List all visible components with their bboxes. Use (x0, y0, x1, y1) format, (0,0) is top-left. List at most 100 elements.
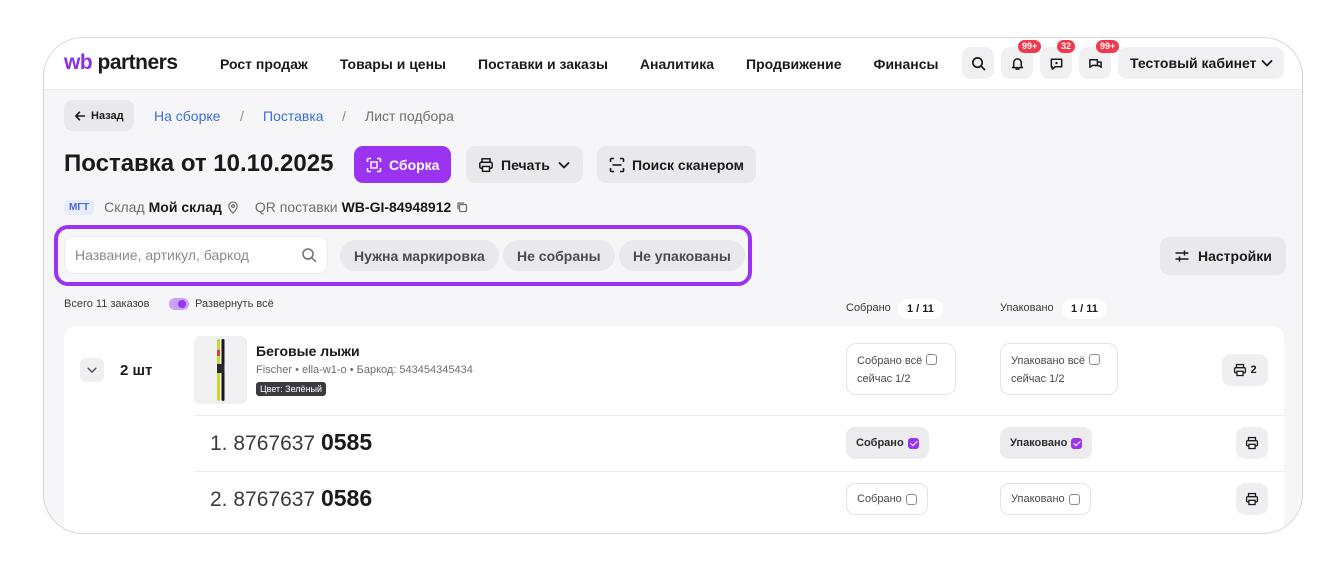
printer-icon (1234, 363, 1247, 377)
row-divider (194, 415, 1284, 416)
filter-not-collected[interactable]: Не собраны (503, 240, 615, 271)
product-name[interactable]: Беговые лыжи (256, 343, 360, 359)
chats-badge: 99+ (1096, 40, 1120, 53)
notifications-badge: 99+ (1018, 40, 1042, 53)
scan-frame-icon (366, 157, 382, 172)
ski-icon (217, 339, 225, 401)
feedback-badge: 32 (1057, 40, 1076, 53)
product-details: Fischer • ella-w1-o • Баркод: 5434543454… (256, 364, 473, 376)
packed-label: Упаковано (1010, 437, 1068, 449)
breadcrumb-current: Лист подбора (365, 108, 454, 124)
arrow-left-icon (75, 110, 86, 121)
nav-products-prices[interactable]: Товары и цены (340, 56, 446, 72)
scanner-search-label: Поиск сканером (632, 156, 744, 173)
item-row-2: 2. 8767637 0586 (210, 485, 372, 512)
packed-summary-count: 1 / 11 (1062, 299, 1107, 319)
filter-not-packed[interactable]: Не упакованы (619, 240, 745, 271)
product-color-tag: Цвет: Зелёный (256, 382, 327, 396)
print-count: 2 (1250, 364, 1257, 376)
item-1-packed-checkbox[interactable] (1071, 437, 1083, 449)
back-button[interactable]: Назад (64, 100, 134, 131)
product-quantity: 2 шт (120, 362, 153, 379)
packed-summary-label: Упаковано (1000, 302, 1054, 314)
supply-meta: МГТ Склад Мой склад QR поставки WB-GI-84… (64, 199, 468, 215)
search-input[interactable] (65, 237, 285, 273)
breadcrumb-separator: / (240, 108, 244, 124)
item-index: 1. (210, 432, 228, 455)
item-code-suffix: 0586 (320, 485, 373, 511)
product-image[interactable] (194, 336, 247, 404)
warehouse-tag: МГТ (64, 199, 95, 215)
breadcrumb-supply[interactable]: Поставка (263, 108, 324, 124)
item-2-collected-button[interactable]: Собрано (846, 483, 928, 515)
item-2-print-button[interactable] (1236, 483, 1268, 515)
print-button[interactable]: Печать (466, 146, 583, 183)
print-label: Печать (501, 156, 550, 173)
collected-all-checkbox[interactable] (926, 354, 938, 365)
nav-sales-growth[interactable]: Рост продаж (220, 56, 308, 72)
packed-now-label: сейчас 1/2 (1011, 373, 1065, 385)
packed-all-box[interactable]: Упаковано всё сейчас 1/2 (1000, 343, 1118, 395)
back-label: Назад (91, 109, 124, 122)
collapse-toggle[interactable] (80, 358, 104, 382)
item-1-packed-button[interactable]: Упаковано (1000, 427, 1093, 459)
assembly-button[interactable]: Сборка (354, 146, 452, 183)
order-card: 2 шт Беговые лыжи Fischer • ella-w1-o • … (64, 326, 1284, 533)
logo-prefix: wb (64, 51, 93, 74)
copy-icon[interactable] (456, 201, 468, 213)
search-field[interactable] (64, 236, 328, 274)
item-2-packed-button[interactable]: Упаковано (1000, 483, 1091, 515)
location-pin-icon (228, 200, 238, 214)
item-1-collected-button[interactable]: Собрано (846, 427, 929, 459)
cabinet-selector[interactable]: Тестовый кабинет (1118, 47, 1284, 79)
warehouse-value: Мой склад (148, 199, 222, 215)
settings-button[interactable]: Настройки (1160, 237, 1286, 275)
breadcrumb-separator: / (342, 108, 346, 124)
filter-needs-marking[interactable]: Нужна маркировка (340, 240, 499, 271)
sliders-icon (1175, 250, 1189, 262)
nav-finance[interactable]: Финансы (874, 56, 939, 72)
item-row-1: 1. 8767637 0585 (210, 429, 372, 456)
qr-label: QR поставки (254, 199, 338, 215)
page-title: Поставка от 10.10.2025 (64, 150, 334, 177)
app-window: wb partners Рост продаж Товары и цены По… (43, 37, 1303, 534)
item-2-packed-checkbox[interactable] (1068, 493, 1080, 505)
collected-summary-label: Собрано (846, 302, 891, 314)
printer-icon (1245, 492, 1259, 506)
nav-analytics[interactable]: Аналитика (640, 56, 714, 72)
item-code-prefix: 8767637 (233, 432, 316, 455)
chat-icon (1088, 58, 1102, 68)
item-code-prefix: 8767637 (233, 488, 316, 511)
feedback-icon (1050, 58, 1062, 70)
item-index: 2. (210, 488, 228, 511)
scanner-search-button[interactable]: Поиск сканером (597, 146, 756, 183)
expand-all-toggle[interactable] (169, 298, 189, 310)
print-all-button[interactable]: 2 (1222, 354, 1268, 386)
chevron-down-icon (558, 161, 570, 168)
item-2-collected-checkbox[interactable] (905, 493, 917, 505)
printer-icon (1245, 436, 1259, 450)
packed-label: Упаковано (1011, 493, 1065, 505)
chevron-down-icon (87, 367, 97, 373)
packed-all-label: Упаковано всё (1011, 355, 1086, 367)
main-nav: Рост продаж Товары и цены Поставки и зак… (220, 38, 971, 90)
assembly-label: Сборка (389, 156, 440, 173)
collected-all-box[interactable]: Собрано всё сейчас 1/2 (846, 343, 956, 395)
feedback-button[interactable]: 32 (1040, 40, 1076, 79)
chats-button[interactable]: 99+ (1079, 40, 1120, 79)
breadcrumb-on-assembly[interactable]: На сборке (154, 108, 220, 124)
search-icon (971, 56, 985, 70)
nav-promotion[interactable]: Продвижение (746, 56, 841, 72)
bell-icon (1011, 57, 1023, 70)
search-icon (302, 248, 317, 263)
item-1-collected-checkbox[interactable] (907, 437, 919, 449)
cabinet-label: Тестовый кабинет (1130, 55, 1257, 71)
notifications-button[interactable]: 99+ (1001, 40, 1042, 79)
packed-all-checkbox[interactable] (1089, 354, 1101, 365)
wb-partners-logo[interactable]: wb partners (64, 51, 178, 75)
search-button[interactable] (962, 47, 994, 79)
nav-supplies-orders[interactable]: Поставки и заказы (478, 56, 608, 72)
row-divider (194, 471, 1284, 472)
item-1-print-button[interactable] (1236, 427, 1268, 459)
collected-now-label: сейчас 1/2 (857, 373, 911, 385)
